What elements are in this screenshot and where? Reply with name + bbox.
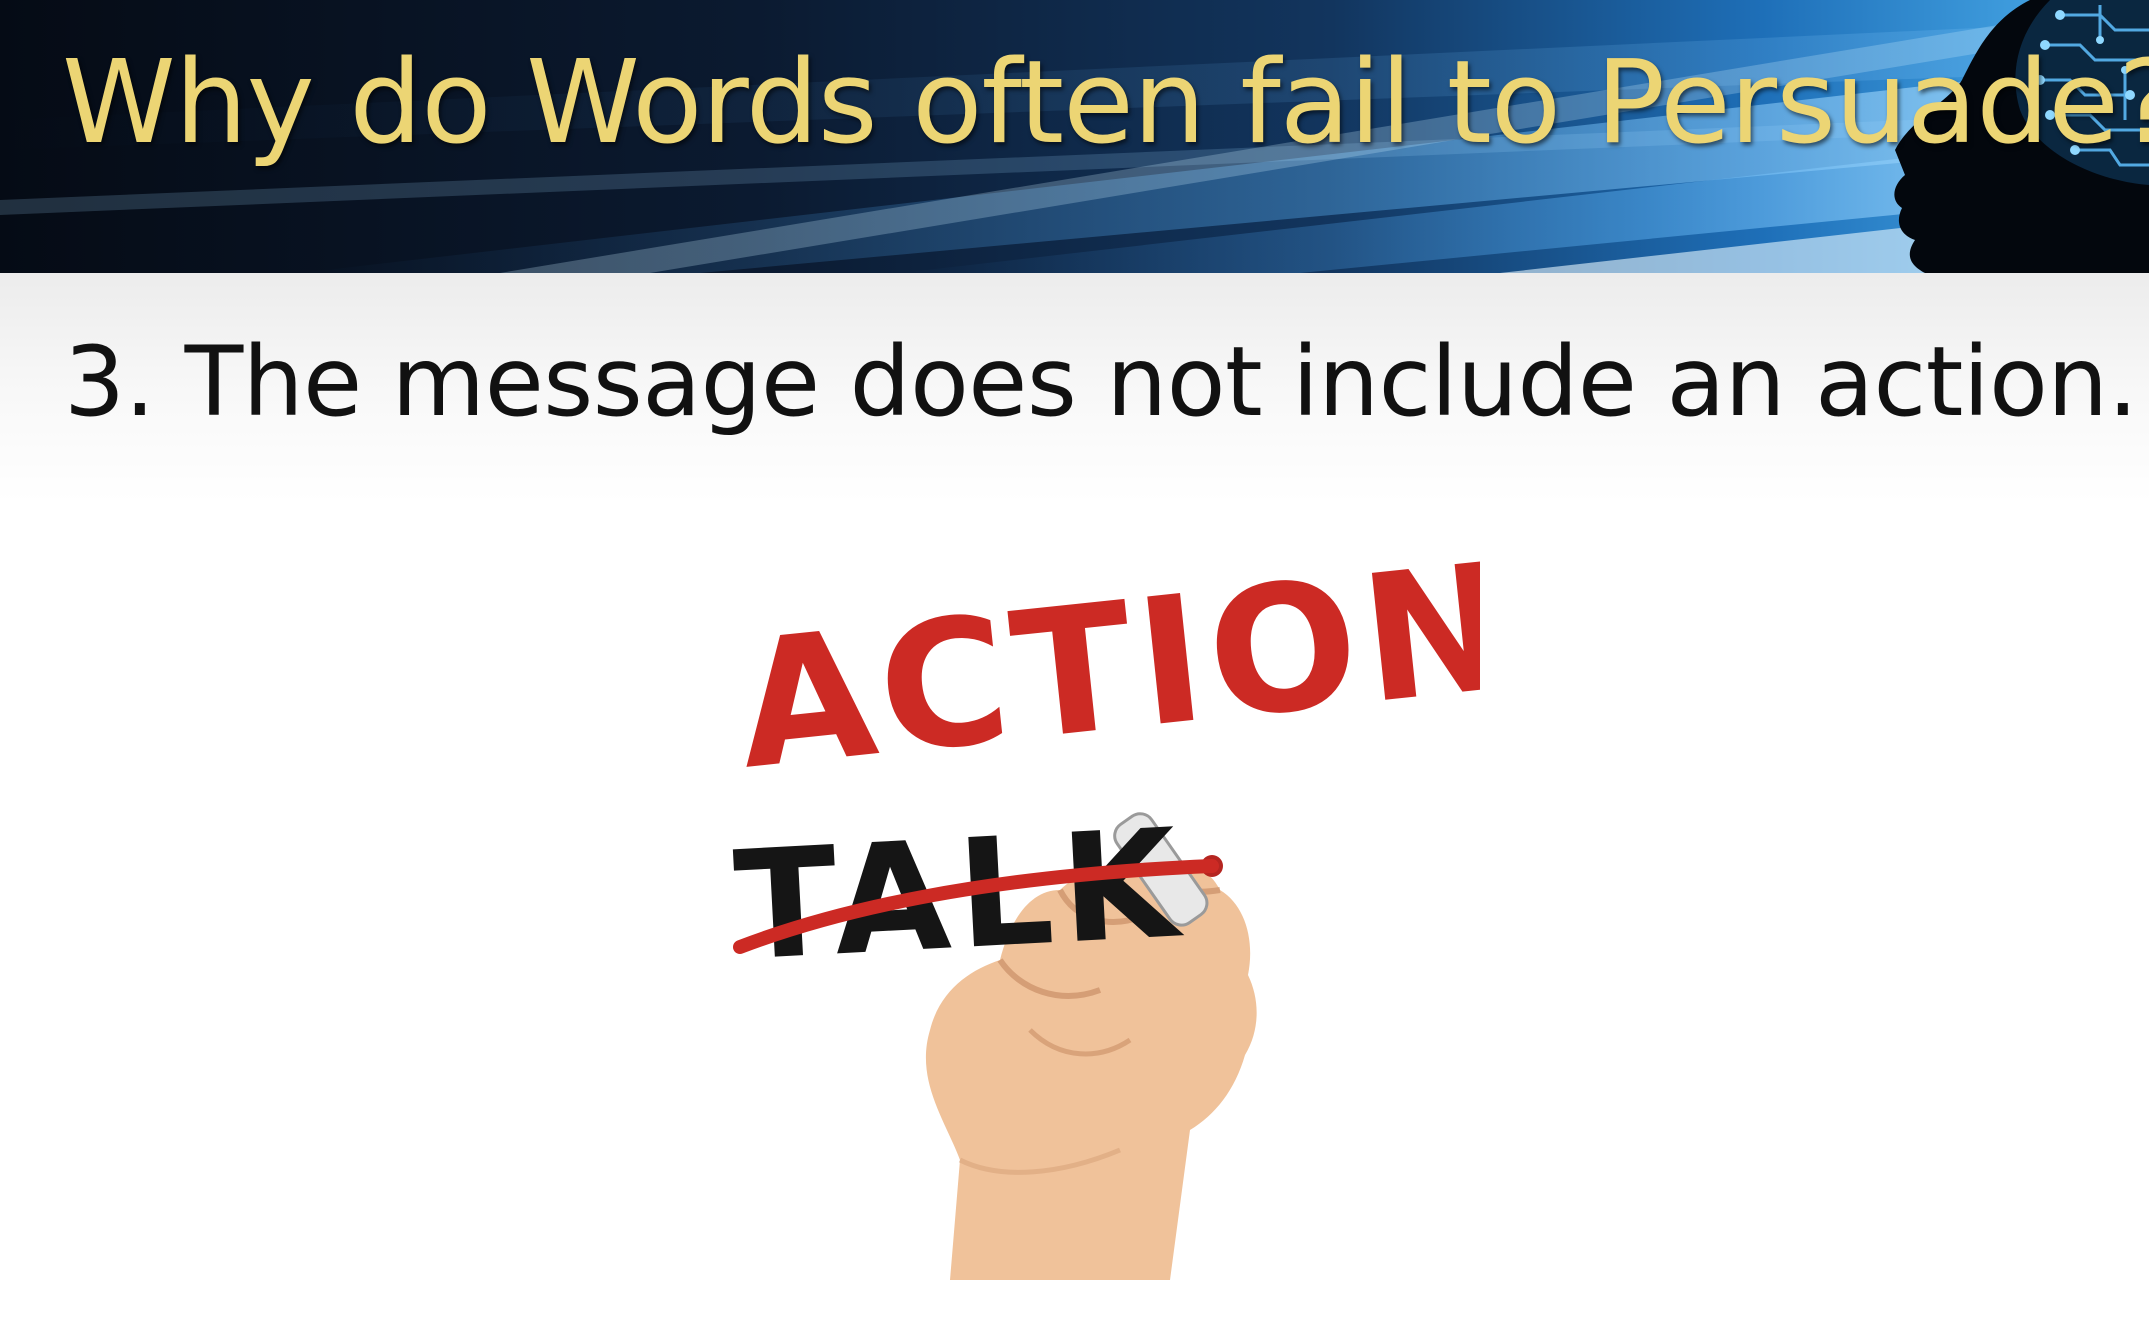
title-banner: Why do Words often fail to Persuade? bbox=[0, 0, 2149, 273]
talk-word: TALK bbox=[731, 797, 1219, 995]
action-word-text: ACTION! bbox=[729, 560, 1480, 809]
bullet-point-3: 3. The message does not include an actio… bbox=[64, 326, 2138, 438]
slide-title: Why do Words often fail to Persuade? bbox=[62, 36, 2149, 170]
action-word: ACTION! bbox=[729, 516, 1611, 809]
action-illustration: ACTION! TALK bbox=[700, 516, 1611, 1280]
